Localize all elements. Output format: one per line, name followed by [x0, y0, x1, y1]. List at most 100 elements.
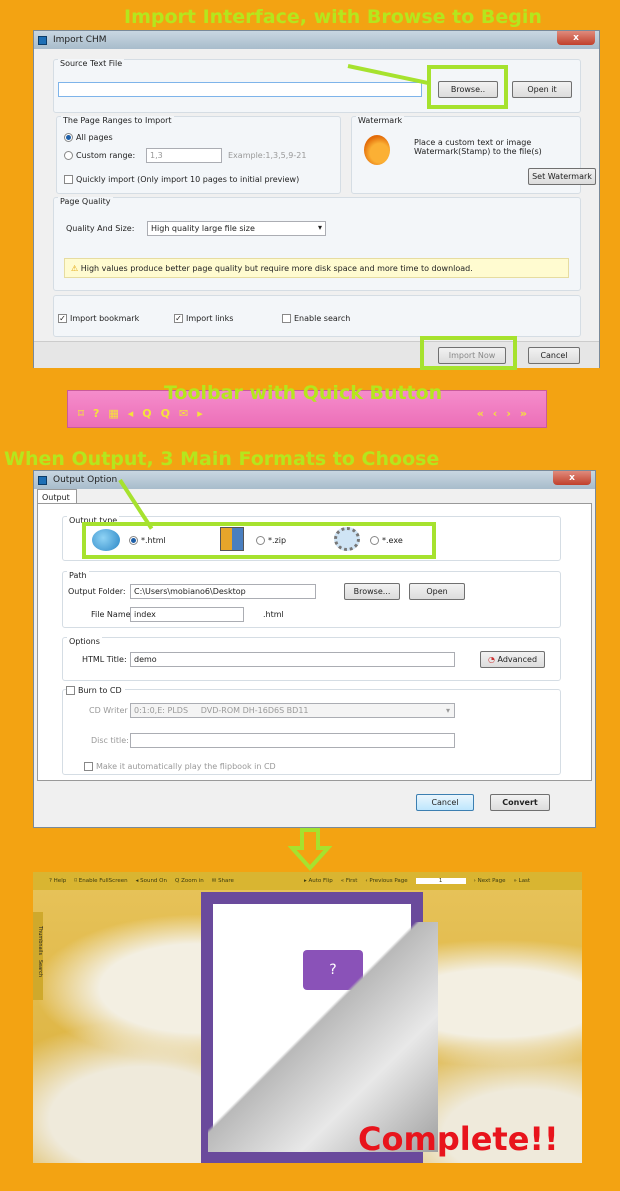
- cd-writer-label: CD Writer: [89, 706, 128, 715]
- enable-search-checkbox[interactable]: Enable search: [282, 314, 350, 323]
- watermark-desc-1: Place a custom text or image: [414, 138, 532, 147]
- all-pages-radio[interactable]: All pages: [64, 133, 113, 142]
- email-icon[interactable]: ✉: [179, 407, 188, 420]
- warning-text: High values produce better page quality …: [80, 264, 473, 273]
- convert-button[interactable]: Convert: [490, 794, 550, 811]
- burn-to-cd-label: Burn to CD: [78, 686, 122, 695]
- search-icon[interactable]: Q: [161, 407, 170, 420]
- browse-button[interactable]: Browse...: [344, 583, 400, 600]
- file-name-input[interactable]: index: [130, 607, 244, 622]
- advanced-label: Advanced: [497, 655, 538, 664]
- zoom-in-button[interactable]: Q Zoom in: [175, 878, 204, 884]
- cd-writer-value: 0:1:0,E: PLDS DVD-ROM DH-16D6S BD11: [134, 706, 309, 715]
- first-button[interactable]: « First: [341, 878, 358, 884]
- sound-button[interactable]: ◂ Sound On: [136, 878, 167, 884]
- custom-range-input[interactable]: 1,3: [146, 148, 222, 163]
- browse-highlight: [427, 65, 508, 109]
- checkbox-icon: ✓: [174, 314, 183, 323]
- output-folder-input[interactable]: C:\Users\mobiano6\Desktop: [130, 584, 316, 599]
- app-icon: [38, 35, 47, 45]
- range-example: Example:1,3,5,9-21: [228, 151, 307, 160]
- disc-title-input[interactable]: [130, 733, 455, 748]
- sound-icon[interactable]: ◂: [128, 407, 134, 420]
- last-button[interactable]: » Last: [514, 878, 531, 884]
- share-button[interactable]: ✉ Share: [212, 878, 234, 884]
- checkbox-icon: [282, 314, 291, 323]
- tab-output[interactable]: Output: [37, 489, 77, 504]
- quality-value: High quality large file size: [151, 224, 255, 233]
- open-button[interactable]: Open: [409, 583, 465, 600]
- cd-writer-select[interactable]: 0:1:0,E: PLDS DVD-ROM DH-16D6S BD11 ▾: [130, 703, 455, 718]
- watermark-label: Watermark: [356, 116, 405, 125]
- autoplay-checkbox[interactable]: Make it automatically play the flipbook …: [84, 762, 276, 771]
- output-type-highlight: [82, 522, 436, 559]
- source-label: Source Text File: [58, 59, 125, 68]
- first-icon[interactable]: «: [477, 407, 484, 420]
- thumbnails-tab[interactable]: Thumbnails Search: [33, 912, 43, 1000]
- import-bookmark-label: Import bookmark: [70, 314, 140, 323]
- quick-import-checkbox[interactable]: Quickly import (Only import 10 pages to …: [64, 175, 299, 184]
- cancel-button[interactable]: Cancel: [416, 794, 474, 811]
- page-input[interactable]: 1: [415, 878, 466, 884]
- import-now-highlight: [420, 336, 517, 370]
- advanced-button[interactable]: ◔ Advanced: [480, 651, 545, 668]
- quality-dropdown[interactable]: High quality large file size ▾: [147, 221, 326, 236]
- play-icon[interactable]: ▸: [197, 407, 203, 420]
- caption-output: When Output, 3 Main Formats to Choose: [4, 448, 440, 470]
- auto-flip-button[interactable]: ▸ Auto Flip: [304, 878, 333, 884]
- quality-label: Page Quality: [58, 197, 113, 206]
- cancel-button[interactable]: Cancel: [528, 347, 580, 364]
- title-bar: Import CHM: [34, 31, 599, 49]
- dialog-title: Output Option: [53, 475, 118, 485]
- enable-search-label: Enable search: [294, 314, 351, 323]
- source-file-input[interactable]: [58, 82, 422, 97]
- page-curl: [208, 922, 438, 1152]
- import-links-label: Import links: [186, 314, 234, 323]
- zoom-in-icon[interactable]: Q: [142, 407, 151, 420]
- custom-range-radio[interactable]: Custom range:: [64, 151, 135, 160]
- autoplay-label: Make it automatically play the flipbook …: [96, 762, 276, 771]
- fullscreen-icon[interactable]: ⌑: [78, 407, 84, 420]
- thumbnails-icon[interactable]: ▦: [108, 407, 118, 420]
- caption-import: Import Interface, with Browse to Begin: [124, 6, 542, 28]
- fullscreen-button[interactable]: ⌑ Enable FullScreen: [74, 878, 127, 884]
- import-chm-dialog: Import CHM x Source Text File Browse.. O…: [33, 30, 600, 368]
- advanced-icon: ◔: [487, 655, 498, 664]
- checkbox-icon: [64, 175, 73, 184]
- dropdown-arrow-icon: ▾: [445, 706, 450, 715]
- import-links-checkbox[interactable]: ✓ Import links: [174, 314, 233, 323]
- close-button[interactable]: x: [557, 31, 595, 45]
- quality-field-label: Quality And Size:: [66, 224, 135, 233]
- close-button[interactable]: x: [553, 471, 591, 485]
- html-title-input[interactable]: demo: [130, 652, 455, 667]
- next-page-button[interactable]: › Next Page: [474, 878, 506, 884]
- burn-to-cd-checkbox[interactable]: Burn to CD: [66, 686, 125, 695]
- previous-page-button[interactable]: ‹ Previous Page: [365, 878, 407, 884]
- down-arrow-icon: [287, 828, 333, 872]
- disc-title-label: Disc title:: [91, 736, 129, 745]
- dropdown-arrow-icon: ▾: [317, 223, 322, 232]
- last-icon[interactable]: »: [520, 407, 527, 420]
- file-extension: .html: [263, 610, 284, 619]
- flipbook-toolbar: ? Help ⌑ Enable FullScreen ◂ Sound On Q …: [33, 872, 582, 890]
- html-title-label: HTML Title:: [82, 655, 127, 664]
- next-icon[interactable]: ›: [506, 407, 511, 420]
- watermark-desc-2: Watermark(Stamp) to the file(s): [414, 147, 542, 156]
- quality-warning: ⚠ High values produce better page qualit…: [64, 258, 569, 278]
- set-watermark-button[interactable]: Set Watermark: [528, 168, 596, 185]
- ranges-label: The Page Ranges to Import: [61, 116, 174, 125]
- help-button[interactable]: ? Help: [49, 878, 66, 884]
- previous-icon[interactable]: ‹: [493, 407, 498, 420]
- file-name-label: File Name:: [91, 610, 134, 619]
- help-icon[interactable]: ?: [93, 407, 99, 420]
- import-bookmark-checkbox[interactable]: ✓ Import bookmark: [58, 314, 139, 323]
- radio-icon: [64, 133, 73, 142]
- checkbox-icon: [84, 762, 93, 771]
- checkbox-icon: ✓: [58, 314, 67, 323]
- checkbox-icon: [66, 686, 75, 695]
- output-folder-label: Output Folder:: [68, 587, 126, 596]
- watermark-foot-icon: [364, 135, 390, 165]
- open-it-button[interactable]: Open it: [512, 81, 572, 98]
- radio-icon: [64, 151, 73, 160]
- warning-icon: ⚠: [71, 264, 81, 273]
